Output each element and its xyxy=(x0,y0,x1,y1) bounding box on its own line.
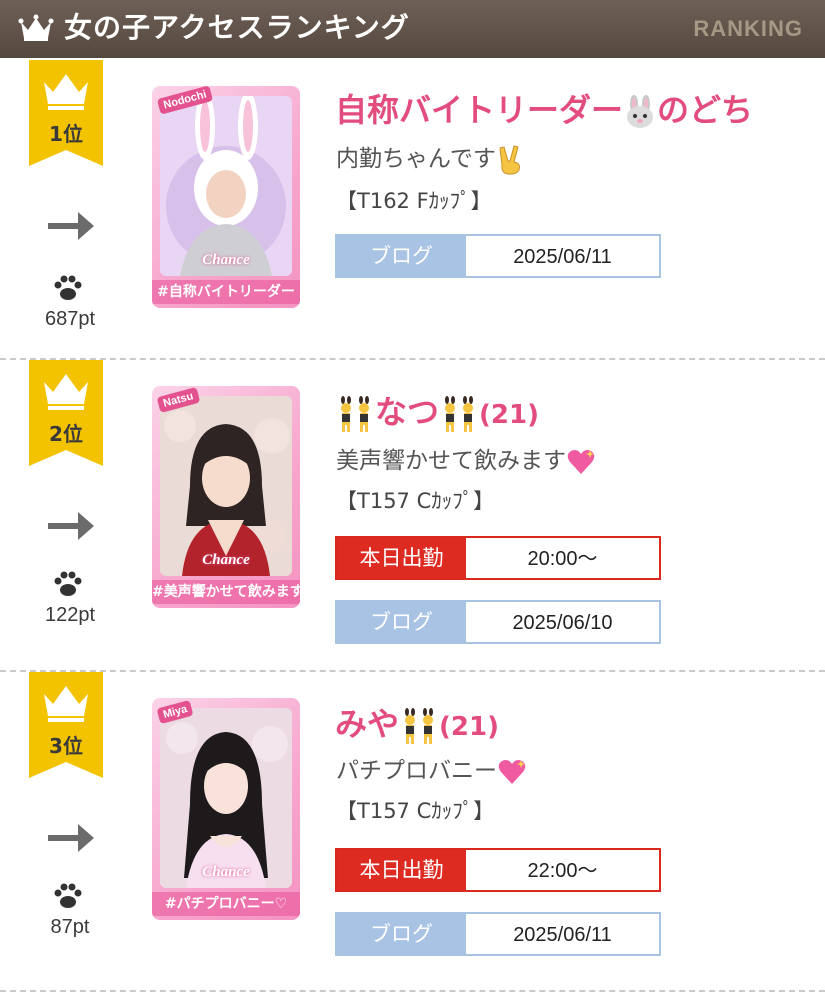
profile-card[interactable]: Nodochi Chance #自称バイトリーダー xyxy=(152,86,300,308)
girl-name[interactable]: 自称バイトリーダー のどち xyxy=(335,88,753,132)
girl-name-text: 自称バイトリーダー xyxy=(335,91,624,129)
bunny-girls-emoji-icon xyxy=(405,708,434,744)
rank-badge: 2位 xyxy=(29,360,103,466)
ranking-entry-3[interactable]: 3位 87pt Miya Chance #パチプロバニー♡ みや (21) パチプ… xyxy=(0,672,825,988)
header-title: 女の子アクセスランキング xyxy=(64,11,410,44)
girl-comment: 内勤ちゃんです xyxy=(336,142,524,176)
profile-card[interactable]: Natsu Chance #美声響かせて飲みます xyxy=(152,386,300,608)
girl-name-text: なつ xyxy=(375,393,440,431)
rank-label: 2位 xyxy=(49,422,83,446)
rank-badge: 3位 xyxy=(29,672,103,778)
paw-icon xyxy=(54,883,82,908)
bunny-girls-emoji-icon xyxy=(341,396,369,432)
work-today-row[interactable]: 本日出勤 20:00～ xyxy=(335,536,661,580)
blog-date: 2025/06/11 xyxy=(466,914,659,954)
ranking-entry-2[interactable]: 2位 122pt Natsu Chance #美声響かせて飲みます なつ (21)… xyxy=(0,360,825,670)
sparkling-heart-icon xyxy=(498,759,526,784)
blog-label: ブログ xyxy=(337,914,466,954)
work-time: 20:00～ xyxy=(466,538,659,578)
girl-size: 【T162 Fｶｯﾌﾟ】 xyxy=(336,189,492,213)
card-brand: Chance xyxy=(202,864,250,880)
profile-photo xyxy=(160,96,292,276)
blog-date: 2025/06/10 xyxy=(466,602,659,642)
girl-age: (21) xyxy=(439,712,499,742)
girl-comment: 美声響かせて飲みます xyxy=(336,444,596,478)
profile-card[interactable]: Miya Chance #パチプロバニー♡ xyxy=(152,698,300,920)
card-brand: Chance xyxy=(202,552,250,568)
paw-icon xyxy=(54,571,82,596)
work-today-label: 本日出勤 xyxy=(337,538,466,578)
card-caption: #パチプロバニー♡ xyxy=(152,892,300,916)
points-value: 87pt xyxy=(50,916,90,938)
blog-row[interactable]: ブログ 2025/06/11 xyxy=(335,912,661,956)
girl-comment: パチプロバニー xyxy=(336,754,527,788)
paw-icon xyxy=(54,275,82,300)
profile-photo xyxy=(160,396,292,576)
points-value: 687pt xyxy=(44,308,96,330)
arrow-right-icon xyxy=(48,824,94,852)
rank-label: 3位 xyxy=(49,734,83,758)
card-caption: #美声響かせて飲みます xyxy=(152,580,300,604)
ranking-entry-1[interactable]: 1位 687pt Nodochi Chance #自称バイトリーダー 自称バイト… xyxy=(0,60,825,358)
crown-icon xyxy=(18,14,54,41)
rank-badge: 1位 xyxy=(29,60,103,166)
girl-name[interactable]: みや (21) xyxy=(335,702,499,749)
arrow-right-icon xyxy=(48,212,94,240)
card-caption: #自称バイトリーダー xyxy=(152,280,300,304)
girl-age: (21) xyxy=(479,400,539,430)
girl-name[interactable]: なつ (21) xyxy=(335,390,539,437)
blog-label: ブログ xyxy=(337,236,466,276)
blog-row[interactable]: ブログ 2025/06/10 xyxy=(335,600,661,644)
header-ranking-label: RANKING xyxy=(693,16,803,41)
work-time: 22:00～ xyxy=(466,850,659,890)
blog-label: ブログ xyxy=(337,602,466,642)
girl-size: 【T157 Cｶｯﾌﾟ】 xyxy=(336,489,495,513)
victory-hand-emoji-icon xyxy=(499,144,520,175)
work-today-row[interactable]: 本日出勤 22:00～ xyxy=(335,848,661,892)
entry-divider xyxy=(0,990,825,992)
blog-date: 2025/06/11 xyxy=(466,236,659,276)
rank-label: 1位 xyxy=(49,122,83,146)
girl-comment-text: 美声響かせて飲みます xyxy=(336,448,566,474)
bunny-girls-emoji-icon xyxy=(445,396,474,432)
sparkling-heart-icon xyxy=(567,449,595,474)
points-value: 122pt xyxy=(44,604,96,626)
girl-comment-text: 内勤ちゃんです xyxy=(336,146,496,172)
girl-comment-text: パチプロバニー xyxy=(336,758,497,784)
blog-row[interactable]: ブログ 2025/06/11 xyxy=(335,234,661,278)
girl-name-text: みや xyxy=(335,705,400,743)
card-brand: Chance xyxy=(202,252,250,268)
ranking-header: 女の子アクセスランキング RANKING xyxy=(0,0,825,58)
arrow-right-icon xyxy=(48,512,94,540)
rabbit-emoji-icon xyxy=(627,95,654,128)
girl-name-suffix: のどち xyxy=(657,91,754,129)
girl-size: 【T157 Cｶｯﾌﾟ】 xyxy=(336,799,495,823)
work-today-label: 本日出勤 xyxy=(337,850,466,890)
profile-photo xyxy=(160,708,292,888)
